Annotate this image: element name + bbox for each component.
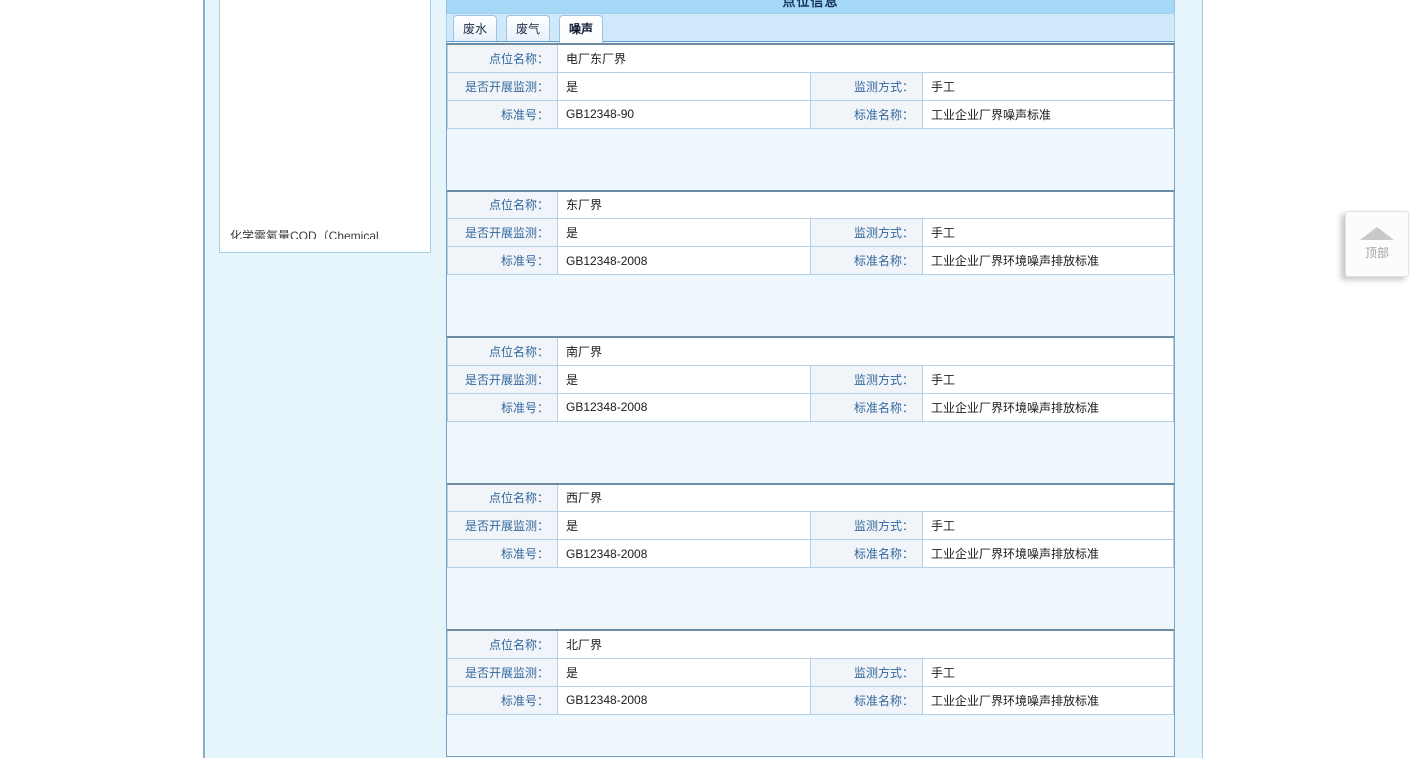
back-to-top-label: 顶部 [1365,244,1389,261]
standard-name-label: 标准名称： [811,686,923,714]
monitoring-flag-label: 是否开展监测： [448,658,558,686]
standard-no-value: GB12348-2008 [558,393,811,421]
table-row: 标准号： GB12348-90 标准名称： 工业企业厂界噪声标准 [448,100,1174,128]
table-row: 是否开展监测： 是 监测方式： 手工 [448,365,1174,393]
tab-noise[interactable]: 噪声 [559,15,603,43]
tab-content: 点位名称： 电厂东厂界 是否开展监测： 是 监测方式： 手工 标准号： GB12… [446,42,1175,757]
monitoring-flag-value: 是 [558,72,811,100]
monitoring-flag-value: 是 [558,365,811,393]
table-row: 是否开展监测： 是 监测方式： 手工 [448,658,1174,686]
monitoring-method-value: 手工 [923,658,1174,686]
standard-name-value: 工业企业厂界噪声标准 [923,100,1174,128]
standard-no-label: 标准号： [448,247,558,275]
monitoring-method-label: 监测方式： [811,72,923,100]
monitoring-flag-value: 是 [558,219,811,247]
back-to-top-button[interactable]: 顶部 [1345,211,1409,277]
table-row: 标准号： GB12348-2008 标准名称： 工业企业厂界环境噪声排放标准 [448,686,1174,714]
point-name-label: 点位名称： [448,484,558,512]
table-row: 标准号： GB12348-2008 标准名称： 工业企业厂界环境噪声排放标准 [448,247,1174,275]
table-row: 点位名称： 西厂界 [448,484,1174,512]
monitoring-flag-label: 是否开展监测： [448,219,558,247]
point-record-table: 点位名称： 南厂界 是否开展监测： 是 监测方式： 手工 标准号： GB1234… [447,336,1174,422]
standard-no-value: GB12348-2008 [558,247,811,275]
point-name-value: 北厂界 [558,630,1174,658]
table-row: 点位名称： 南厂界 [448,337,1174,365]
tab-strip: 废水 废气 噪声 [446,13,1175,43]
point-name-label: 点位名称： [448,337,558,365]
standard-name-value: 工业企业厂界环境噪声排放标准 [923,247,1174,275]
monitoring-method-label: 监测方式： [811,512,923,540]
standard-name-value: 工业企业厂界环境噪声排放标准 [923,686,1174,714]
monitoring-method-value: 手工 [923,365,1174,393]
point-record-table: 点位名称： 电厂东厂界 是否开展监测： 是 监测方式： 手工 标准号： GB12… [447,43,1174,129]
point-name-value: 电厂东厂界 [558,44,1174,72]
standard-no-label: 标准号： [448,540,558,568]
table-row: 点位名称： 东厂界 [448,191,1174,219]
point-name-value: 南厂界 [558,337,1174,365]
table-row: 点位名称： 电厂东厂界 [448,44,1174,72]
table-row: 是否开展监测： 是 监测方式： 手工 [448,512,1174,540]
table-row: 是否开展监测： 是 监测方式： 手工 [448,72,1174,100]
monitoring-method-value: 手工 [923,219,1174,247]
sidebar-clipped-item-label: 化学需氧量COD（Chemical [230,229,428,239]
standard-name-label: 标准名称： [811,247,923,275]
monitoring-method-label: 监测方式： [811,658,923,686]
tab-wastegas[interactable]: 废气 [506,15,550,41]
tab-wastewater[interactable]: 废水 [453,15,497,41]
standard-no-value: GB12348-90 [558,100,811,128]
monitoring-flag-value: 是 [558,658,811,686]
point-name-label: 点位名称： [448,44,558,72]
standard-no-label: 标准号： [448,686,558,714]
table-row: 点位名称： 北厂界 [448,630,1174,658]
standard-no-label: 标准号： [448,393,558,421]
table-row: 标准号： GB12348-2008 标准名称： 工业企业厂界环境噪声排放标准 [448,393,1174,421]
point-record-table: 点位名称： 东厂界 是否开展监测： 是 监测方式： 手工 标准号： GB1234… [447,190,1174,276]
sidebar-clipped-item: 化学需氧量COD（Chemical [230,229,428,239]
point-name-label: 点位名称： [448,630,558,658]
standard-name-value: 工业企业厂界环境噪声排放标准 [923,393,1174,421]
point-name-value: 西厂界 [558,484,1174,512]
monitoring-flag-label: 是否开展监测： [448,512,558,540]
point-info-panel: 点位信息 废水 废气 噪声 点位名称： 电厂东厂界 是否开展监测： 是 监测方式… [446,0,1175,757]
page: 化学需氧量COD（Chemical 点位信息 废水 废气 噪声 点位名称： 电厂… [0,0,1416,763]
standard-name-label: 标准名称： [811,393,923,421]
standard-name-value: 工业企业厂界环境噪声排放标准 [923,540,1174,568]
panel-title: 点位信息 [447,0,1174,11]
table-row: 是否开展监测： 是 监测方式： 手工 [448,219,1174,247]
monitoring-method-value: 手工 [923,512,1174,540]
standard-name-label: 标准名称： [811,540,923,568]
monitoring-method-label: 监测方式： [811,219,923,247]
standard-no-value: GB12348-2008 [558,686,811,714]
point-name-label: 点位名称： [448,191,558,219]
standard-no-value: GB12348-2008 [558,540,811,568]
monitoring-method-value: 手工 [923,72,1174,100]
monitoring-flag-value: 是 [558,512,811,540]
point-record-table: 点位名称： 北厂界 是否开展监测： 是 监测方式： 手工 标准号： GB1234… [447,629,1174,715]
arrow-up-icon [1360,227,1394,240]
monitoring-flag-label: 是否开展监测： [448,365,558,393]
standard-no-label: 标准号： [448,100,558,128]
standard-name-label: 标准名称： [811,100,923,128]
point-name-value: 东厂界 [558,191,1174,219]
monitoring-flag-label: 是否开展监测： [448,72,558,100]
point-record-table: 点位名称： 西厂界 是否开展监测： 是 监测方式： 手工 标准号： GB1234… [447,483,1174,569]
panel-header: 点位信息 [446,0,1175,13]
table-row: 标准号： GB12348-2008 标准名称： 工业企业厂界环境噪声排放标准 [448,540,1174,568]
monitoring-method-label: 监测方式： [811,365,923,393]
sidebar-panel: 化学需氧量COD（Chemical [219,0,431,253]
